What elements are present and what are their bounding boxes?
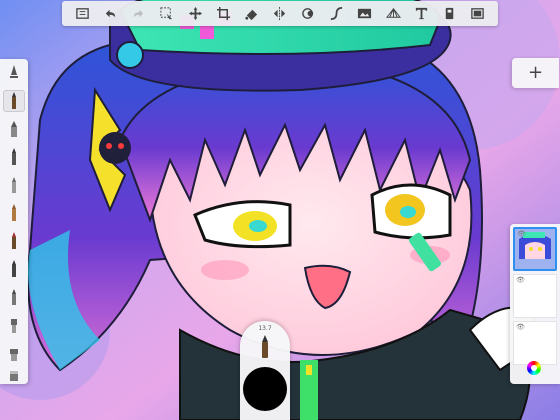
- ruler-tool[interactable]: [3, 62, 25, 84]
- pen-brush[interactable]: [3, 146, 25, 168]
- crop-icon[interactable]: [213, 4, 233, 24]
- perspective-icon[interactable]: [383, 4, 403, 24]
- eraser-tool[interactable]: [3, 362, 25, 384]
- image-icon[interactable]: [355, 4, 375, 24]
- fill-icon[interactable]: [242, 4, 262, 24]
- fullscreen-icon[interactable]: [468, 4, 488, 24]
- layer-mask-icon[interactable]: [440, 4, 460, 24]
- fineliner-brush[interactable]: [3, 286, 25, 308]
- add-layer-label: +: [527, 62, 544, 83]
- marker-brush[interactable]: [3, 118, 25, 140]
- current-color-swatch[interactable]: [243, 367, 287, 411]
- add-layer-button[interactable]: +: [512, 58, 559, 88]
- curve-icon[interactable]: [327, 4, 347, 24]
- calligraphy-brush[interactable]: [3, 202, 25, 224]
- paint-brush[interactable]: [3, 230, 25, 252]
- undo-icon[interactable]: [100, 4, 120, 24]
- redo-icon[interactable]: [129, 4, 149, 24]
- transform-icon[interactable]: [185, 4, 205, 24]
- layer-thumbnail-blank[interactable]: 👁: [513, 274, 557, 318]
- airbrush-brush[interactable]: [3, 174, 25, 196]
- color-wheel-icon[interactable]: [527, 361, 541, 375]
- brush-size-color-puck: 13.7: [240, 321, 290, 420]
- gallery-icon[interactable]: [72, 4, 92, 24]
- text-icon[interactable]: [411, 4, 431, 24]
- symmetry-icon[interactable]: [270, 4, 290, 24]
- ink-brush[interactable]: [3, 258, 25, 280]
- top-toolbar: [62, 1, 498, 26]
- select-icon[interactable]: [157, 4, 177, 24]
- brush-library-panel: [0, 59, 28, 384]
- wet-brush[interactable]: [3, 314, 25, 336]
- eye-icon[interactable]: 👁: [516, 323, 525, 331]
- smudge-tool[interactable]: [3, 342, 25, 364]
- eye-icon[interactable]: 👁: [517, 230, 526, 238]
- eye-icon[interactable]: 👁: [516, 276, 525, 284]
- layers-panel: 👁 👁 👁: [510, 224, 560, 384]
- brush-size-value[interactable]: 13.7: [240, 325, 290, 332]
- layer-thumbnail-background[interactable]: 👁: [513, 321, 557, 365]
- layer-thumbnail-artwork[interactable]: 👁: [513, 227, 557, 271]
- current-brush-icon[interactable]: [257, 334, 273, 360]
- stamp-icon[interactable]: [298, 4, 318, 24]
- pencil-brush[interactable]: [3, 90, 25, 112]
